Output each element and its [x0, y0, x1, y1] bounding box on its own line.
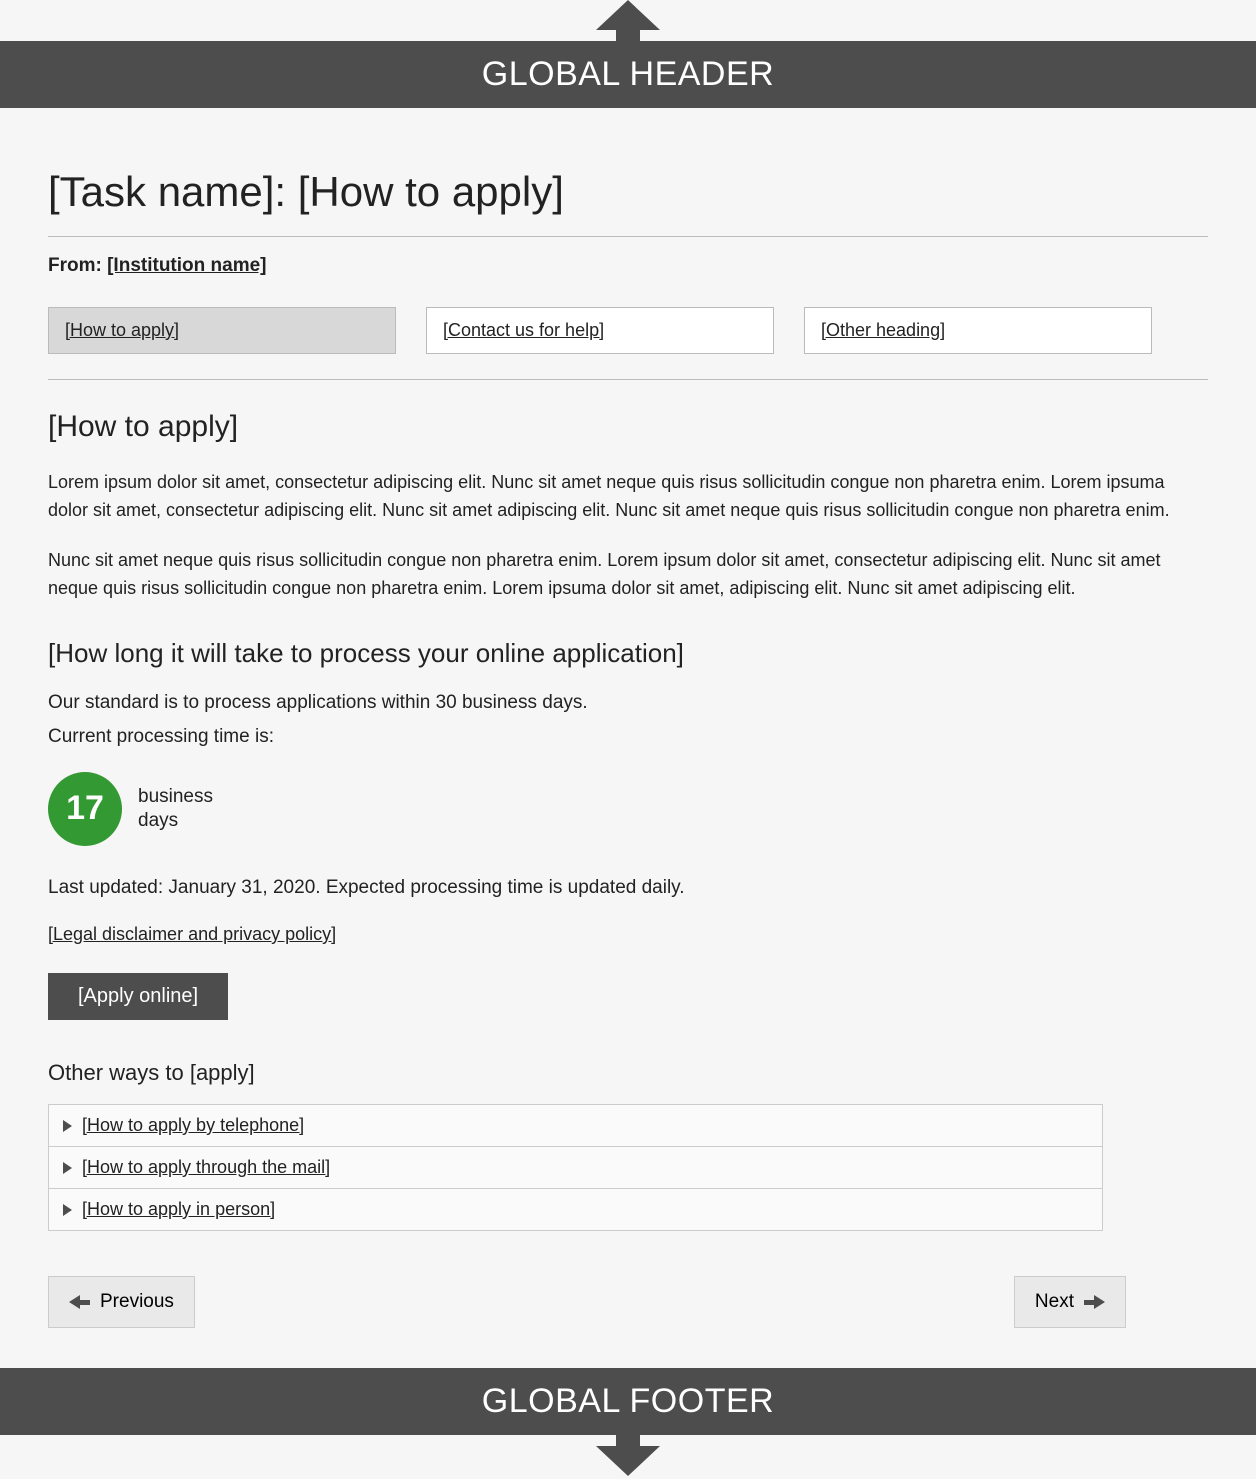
- processing-current-label: Current processing time is:: [48, 723, 1208, 752]
- section-para-1: Lorem ipsum dolor sit amet, consectetur …: [48, 469, 1208, 525]
- from-label: From:: [48, 255, 102, 276]
- global-footer: GLOBAL FOOTER: [0, 1368, 1256, 1435]
- arrow-left-icon: [69, 1295, 90, 1309]
- accordion-label: [How to apply through the mail]: [82, 1157, 330, 1178]
- subnav-divider: [48, 379, 1208, 380]
- page-body: [Task name]: [How to apply] From: [Insti…: [0, 108, 1256, 1368]
- processing-last-updated: Last updated: January 31, 2020. Expected…: [48, 874, 1208, 903]
- global-header: GLOBAL HEADER: [0, 41, 1256, 108]
- subnav-item-other[interactable]: [Other heading]: [804, 307, 1152, 354]
- legal-link[interactable]: [Legal disclaimer and privacy policy]: [48, 924, 336, 944]
- subnav-item-contact[interactable]: [Contact us for help]: [426, 307, 774, 354]
- processing-unit-line1: business: [138, 785, 213, 809]
- section-para-2: Nunc sit amet neque quis risus sollicitu…: [48, 547, 1208, 603]
- processing-days-value: 17: [66, 789, 104, 828]
- next-button[interactable]: Next: [1014, 1276, 1126, 1328]
- chevron-right-icon: [63, 1204, 72, 1216]
- next-label: Next: [1035, 1291, 1074, 1313]
- other-ways-accordion: [How to apply by telephone] [How to appl…: [48, 1104, 1103, 1231]
- previous-label: Previous: [100, 1291, 174, 1313]
- section-heading: [How to apply]: [48, 410, 1208, 444]
- page-title: [Task name]: [How to apply]: [48, 168, 1208, 216]
- subnav-item-how-to-apply[interactable]: [How to apply]: [48, 307, 396, 354]
- accordion-label: [How to apply by telephone]: [82, 1115, 304, 1136]
- previous-button[interactable]: Previous: [48, 1276, 195, 1328]
- header-arrow-icon: [0, 0, 1256, 41]
- pager: Previous Next: [48, 1276, 1126, 1328]
- accordion-label: [How to apply in person]: [82, 1199, 275, 1220]
- sub-nav: [How to apply] [Contact us for help] [Ot…: [48, 307, 1208, 354]
- processing-unit-line2: days: [138, 809, 213, 833]
- processing-time-row: 17 business days: [48, 772, 1208, 846]
- institution-link[interactable]: [Institution name]: [107, 255, 266, 276]
- other-ways-heading: Other ways to [apply]: [48, 1060, 1208, 1086]
- title-divider: [48, 236, 1208, 237]
- apply-online-button[interactable]: [Apply online]: [48, 973, 228, 1020]
- processing-standard: Our standard is to process applications …: [48, 689, 1208, 718]
- chevron-right-icon: [63, 1162, 72, 1174]
- processing-heading: [How long it will take to process your o…: [48, 638, 1208, 669]
- processing-days-badge: 17: [48, 772, 122, 846]
- global-header-label: GLOBAL HEADER: [482, 55, 774, 93]
- accordion-item-in-person[interactable]: [How to apply in person]: [49, 1189, 1102, 1230]
- footer-arrow-icon: [0, 1435, 1256, 1476]
- accordion-item-telephone[interactable]: [How to apply by telephone]: [49, 1105, 1102, 1147]
- chevron-right-icon: [63, 1120, 72, 1132]
- processing-unit: business days: [138, 785, 213, 833]
- arrow-right-icon: [1084, 1295, 1105, 1309]
- from-line: From: [Institution name]: [48, 255, 1208, 277]
- global-footer-label: GLOBAL FOOTER: [482, 1382, 774, 1420]
- accordion-item-mail[interactable]: [How to apply through the mail]: [49, 1147, 1102, 1189]
